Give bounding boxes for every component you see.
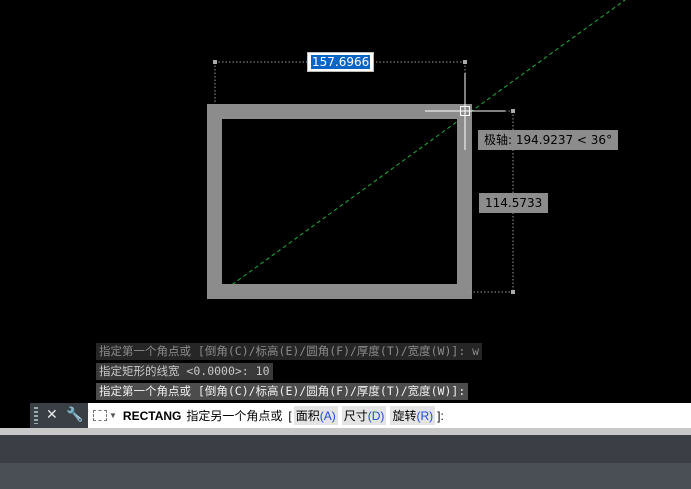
option-area[interactable]: 面积(A) (293, 406, 338, 425)
command-history-line: 指定第一个角点或 [倒角(C)/标高(E)/圆角(F)/厚度(T)/宽度(W)]… (96, 383, 469, 400)
height-dimension-input[interactable]: 114.5733 (479, 193, 549, 213)
command-line-toolbar: ✕ 🔧 (30, 403, 88, 428)
close-icon[interactable]: ✕ (46, 406, 58, 424)
option-key: (R) (416, 409, 434, 423)
bracket-open: [ (288, 408, 292, 423)
grip-point (463, 60, 467, 64)
option-label: 旋转 (392, 409, 417, 423)
width-dimension-input[interactable]: 157.6966 (307, 52, 375, 72)
option-key: (D) (367, 409, 385, 423)
polar-tracking-tooltip: 极轴: 194.9237 < 36° (478, 130, 619, 150)
wrench-icon[interactable]: 🔧 (66, 406, 83, 424)
option-key: (A) (319, 409, 336, 423)
command-history-line: 指定第一个角点或 [倒角(C)/标高(E)/圆角(F)/厚度(T)/宽度(W)]… (96, 343, 483, 360)
status-bar (0, 463, 691, 489)
option-label: 面积 (295, 409, 320, 423)
drag-handle[interactable] (34, 407, 38, 424)
command-history-line: 指定矩形的线宽 <0.0000>: 10 (96, 363, 273, 380)
command-input[interactable]: ▼ RECTANG 指定另一个角点或 [ 面积(A) 尺寸(D) 旋转(R) ]… (90, 403, 691, 428)
command-line: ✕ 🔧 ▼ RECTANG 指定另一个角点或 [ 面积(A) 尺寸(D) 旋转(… (30, 403, 691, 428)
rectangle-polyline (207, 104, 472, 299)
option-label: 尺寸 (343, 409, 368, 423)
grip-point (511, 290, 515, 294)
grip-point (213, 60, 217, 64)
width-dimension-value: 157.6966 (311, 55, 371, 69)
tab-divider (0, 428, 691, 435)
grip-point (511, 109, 515, 113)
command-prompt: 指定另一个角点或 (186, 409, 283, 423)
option-dimensions[interactable]: 尺寸(D) (341, 406, 387, 425)
command-name: RECTANG (122, 408, 182, 423)
layout-tabs-bar (0, 435, 691, 463)
command-dropdown-icon[interactable] (93, 410, 107, 421)
bracket-close: ]: (437, 408, 444, 423)
chevron-down-icon[interactable]: ▼ (109, 411, 117, 420)
option-rotation[interactable]: 旋转(R) (390, 406, 436, 425)
